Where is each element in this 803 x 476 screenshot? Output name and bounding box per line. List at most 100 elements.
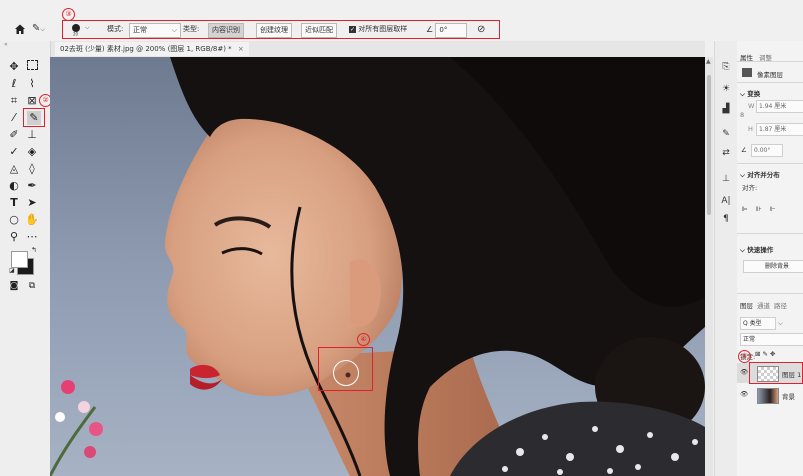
align-left-icon[interactable]: ⊫	[742, 205, 748, 213]
layer-kind-label: 像素图层	[757, 71, 783, 79]
angle-icon: ∠	[426, 25, 434, 34]
sample-all-layers-checkbox[interactable]: ✓ 对所有图层取样	[349, 23, 407, 36]
document-tab[interactable]: 02去斑 (少量) 素材.jpg @ 200% (图层 1, RGB/8#) *…	[55, 42, 249, 56]
path-selection-tool-icon[interactable]: ➤	[25, 196, 39, 210]
mode-label: 模式:	[107, 25, 124, 33]
angle-icon: ∠	[741, 146, 747, 154]
type-proximity-match-button[interactable]: 近似匹配	[301, 23, 337, 38]
type-create-texture-button[interactable]: 创建纹理	[256, 23, 292, 38]
eraser-tool-icon[interactable]: ◈	[25, 145, 39, 159]
angle-input[interactable]: 0°	[435, 23, 468, 38]
annotation-box-1	[749, 362, 803, 384]
blend-mode-select[interactable]: 正常	[740, 333, 803, 346]
tool-preset-picker[interactable]: ✎⌵	[32, 23, 52, 36]
foreground-color-swatch[interactable]	[11, 251, 28, 268]
quick-selection-tool-icon[interactable]: ⌇	[25, 77, 39, 91]
document-canvas[interactable]: ④	[50, 57, 705, 476]
marquee-tool-icon[interactable]	[25, 60, 39, 74]
layer-thumbnail	[757, 388, 779, 404]
width-label: W	[748, 102, 755, 110]
tab-layers[interactable]: 图层	[740, 300, 753, 310]
mode-value: 正常	[133, 26, 147, 34]
options-bar: ✎⌵ ③ 20 ⌵ 模式: 正常 ⌵ 类型: 内容识别 创建纹理 近似匹配 ✓ …	[0, 0, 803, 40]
clone-source-icon[interactable]: ⊥	[719, 173, 733, 185]
transform-title[interactable]: ⌵ 变换	[740, 88, 760, 99]
lasso-tool-icon[interactable]: ℓ	[7, 77, 21, 91]
histogram-panel-icon[interactable]: ▟	[719, 103, 733, 115]
type-tool-icon[interactable]: T	[7, 196, 21, 210]
mode-select[interactable]: 正常 ⌵	[129, 23, 181, 38]
scrollbar-thumb[interactable]	[707, 75, 711, 215]
hand-tool-icon[interactable]: ✋	[25, 213, 39, 227]
layer-row[interactable]: 👁 背景	[737, 385, 803, 405]
properties-panel: 属性 调整 像素图层 ⌵ 变换 8 W 1.94 厘米 H 1.87 厘米 ∠ …	[737, 41, 803, 476]
home-icon[interactable]	[14, 23, 26, 36]
pixel-layer-icon	[742, 68, 752, 77]
portrait-photo	[50, 57, 705, 476]
align-right-icon[interactable]: ⊩	[770, 205, 776, 213]
close-icon[interactable]: ×	[238, 45, 244, 53]
layer-filter-select[interactable]: Q 类型	[740, 317, 776, 330]
annotation-number-1: ①	[738, 350, 751, 363]
align-label: 对齐:	[742, 184, 758, 192]
adjustments-panel-icon[interactable]: ⇄	[719, 147, 733, 159]
visibility-eye-icon[interactable]: 👁	[740, 368, 748, 376]
move-tool-icon[interactable]: ✥	[7, 60, 21, 74]
checkbox-checked-icon: ✓	[349, 25, 356, 33]
quick-actions-title[interactable]: ⌵ 快速操作	[740, 244, 773, 255]
brush-tool-icon[interactable]: ✐	[7, 128, 21, 142]
gradient-tool-icon[interactable]: ◬	[7, 162, 21, 176]
crop-tool-icon[interactable]: ⌗	[7, 94, 21, 108]
angle-control[interactable]: ∠ 0°	[426, 23, 468, 38]
chevron-down-icon: ⌵	[171, 26, 177, 34]
quick-mask-icon[interactable]: ◙	[7, 279, 21, 293]
panel-icons-column: ⎘ ☀ ▟ ✎ ⇄ ⊥ A| ¶	[714, 41, 738, 476]
swap-colors-icon[interactable]: ↰	[31, 246, 37, 254]
frame-tool-icon[interactable]: ⊠	[25, 94, 39, 108]
annotation-number-4: ④	[357, 333, 370, 346]
height-input[interactable]: 1.87 厘米	[756, 123, 803, 136]
zoom-tool-icon[interactable]: ⚲	[7, 230, 21, 244]
brush-preview-icon: 20	[72, 24, 80, 37]
clone-stamp-tool-icon[interactable]: ⊥	[25, 128, 39, 142]
screen-mode-icon[interactable]: ⧉	[25, 279, 39, 293]
filter-chevron-icon[interactable]: ⌵	[778, 319, 783, 328]
width-input[interactable]: 1.94 厘米	[756, 100, 803, 113]
link-dimensions-icon[interactable]: 8	[740, 111, 744, 119]
ellipse-tool-icon[interactable]: ○	[7, 213, 21, 227]
blur-tool-icon[interactable]: ◊	[25, 162, 39, 176]
more-tools-icon[interactable]: ⋯	[25, 230, 39, 244]
visibility-eye-icon[interactable]: 👁	[740, 390, 748, 398]
annotation-box-4	[318, 347, 373, 391]
tab-channels[interactable]: 通道	[757, 300, 770, 310]
type-label: 类型:	[183, 25, 200, 33]
layer-name[interactable]: 背景	[782, 391, 795, 401]
type-content-aware-button[interactable]: 内容识别	[208, 23, 244, 38]
brush-size-picker[interactable]: 20 ⌵	[70, 22, 92, 37]
history-panel-icon[interactable]: ⎘	[719, 61, 733, 73]
default-colors-icon[interactable]: ◪	[9, 267, 15, 274]
eyedropper-tool-icon[interactable]: ⁄	[7, 111, 21, 125]
remove-background-button[interactable]: 删除背景	[743, 260, 803, 273]
character-panel-icon[interactable]: A|	[719, 195, 733, 207]
annotation-box-2	[23, 108, 45, 127]
scroll-up-icon[interactable]: ▲	[706, 58, 711, 65]
svg-text:20: 20	[73, 32, 79, 37]
brush-settings-icon[interactable]: ✎	[719, 128, 733, 140]
history-brush-tool-icon[interactable]: ✓	[7, 145, 21, 159]
tab-paths[interactable]: 路径	[774, 300, 787, 310]
angle-input[interactable]: 0.00°	[751, 144, 783, 157]
panel-collapse-icon[interactable]: «	[4, 41, 8, 48]
pen-tool-icon[interactable]: ✒	[25, 179, 39, 193]
dodge-tool-icon[interactable]: ◐	[7, 179, 21, 193]
align-center-icon[interactable]: ⊪	[756, 205, 762, 213]
annotation-number-3: ③	[62, 8, 75, 21]
pressure-size-icon[interactable]: ⊘	[477, 23, 489, 36]
height-label: H	[748, 125, 753, 133]
color-panel-icon[interactable]: ☀	[719, 83, 733, 95]
paragraph-panel-icon[interactable]: ¶	[719, 213, 733, 225]
align-distribute-title[interactable]: ⌵ 对齐并分布	[740, 169, 780, 180]
document-title: 02去斑 (少量) 素材.jpg @ 200% (图层 1, RGB/8#) *	[60, 45, 232, 53]
tools-panel: « ✥ ℓ ⌇ ⌗ ⊠ ⁄ ✎ ② ✐ ⊥ ✓ ◈ ◬ ◊ ◐ ✒ T ➤ ○ …	[0, 41, 52, 476]
lock-icons[interactable]: ⊠ ✎ ✥	[755, 350, 775, 358]
